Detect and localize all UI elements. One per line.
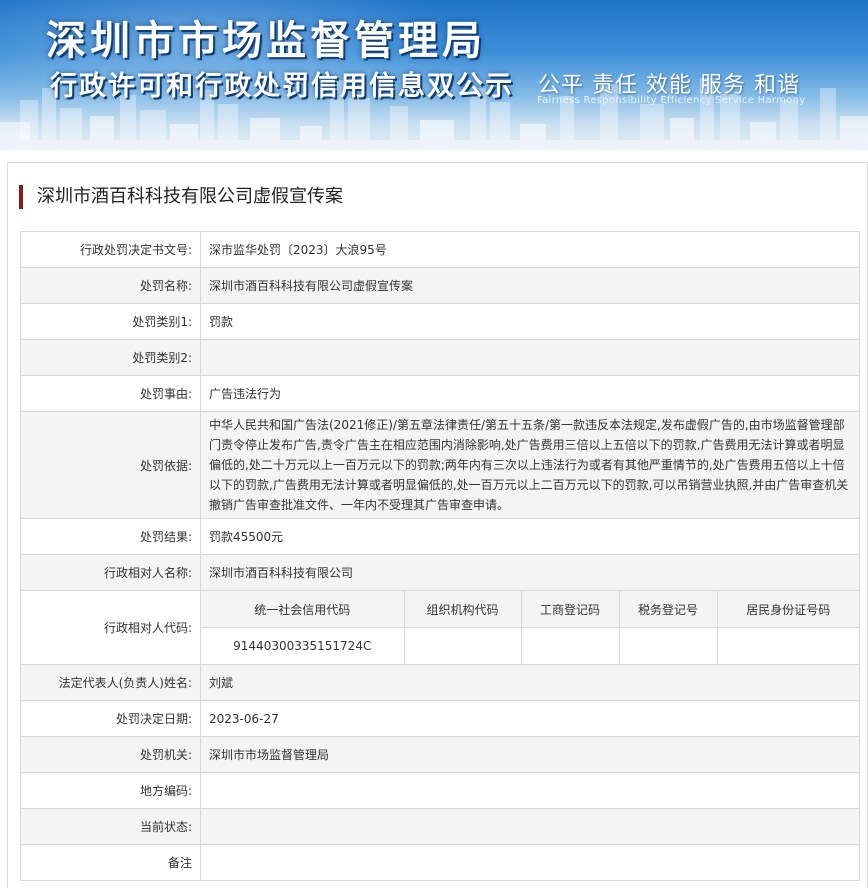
table-row: 处罚类别1: 罚款 <box>20 303 860 340</box>
table-row: 当前状态: <box>20 808 860 845</box>
row-value <box>200 844 860 881</box>
row-label: 行政相对人名称: <box>20 554 201 591</box>
codes-cell: 统一社会信用代码 组织机构代码 工商登记码 税务登记号 居民身份证号码 9144… <box>200 590 860 665</box>
row-label: 处罚名称: <box>20 267 201 304</box>
table-row: 行政相对人代码: 统一社会信用代码 组织机构代码 工商登记码 税务登记号 居民身… <box>20 590 860 665</box>
row-label: 行政相对人代码: <box>20 590 201 665</box>
codes-header: 组织机构代码 <box>403 591 522 628</box>
row-value <box>200 772 860 809</box>
row-label: 处罚依据: <box>20 411 201 519</box>
table-row: 处罚名称: 深圳市酒百科科技有限公司虚假宣传案 <box>20 267 860 304</box>
credit-code-value: 91440300335151724C <box>201 627 405 664</box>
table-row: 处罚结果: 罚款45500元 <box>20 518 860 555</box>
row-label: 处罚结果: <box>20 518 201 555</box>
row-label: 行政处罚决定书文号: <box>20 231 201 268</box>
row-value: 罚款 <box>200 303 860 340</box>
row-label: 处罚类别1: <box>20 303 201 340</box>
table-row: 行政相对人名称: 深圳市酒百科科技有限公司 <box>20 554 860 591</box>
bureau-subtitle: 行政许可和行政处罚信用信息双公示 <box>50 71 514 102</box>
table-row: 行政处罚决定书文号: 深市监华处罚〔2023〕大浪95号 <box>20 231 860 268</box>
row-label: 地方编码: <box>20 772 201 809</box>
content-panel: 深圳市酒百科科技有限公司虚假宣传案 行政处罚决定书文号: 深市监华处罚〔2023… <box>7 162 868 888</box>
party-codes-table: 统一社会信用代码 组织机构代码 工商登记码 税务登记号 居民身份证号码 9144… <box>201 591 859 664</box>
slogan-english: Fairness Responsibility Efficiency Servi… <box>537 95 806 106</box>
row-value: 广告违法行为 <box>200 375 860 412</box>
table-row: 处罚机关: 深圳市市场监督管理局 <box>20 736 860 773</box>
row-value: 2023-06-27 <box>200 700 860 737</box>
table-row: 处罚决定日期: 2023-06-27 <box>20 700 860 737</box>
table-row: 处罚类别2: <box>20 339 860 376</box>
table-row: 法定代表人(负责人)姓名: 刘斌 <box>20 664 860 701</box>
table-row: 处罚事由: 广告违法行为 <box>20 375 860 412</box>
row-value: 刘斌 <box>200 664 860 701</box>
row-label: 法定代表人(负责人)姓名: <box>20 664 201 701</box>
row-label: 处罚类别2: <box>20 339 201 376</box>
row-value <box>200 339 860 376</box>
header-banner: 深圳市市场监督管理局 行政许可和行政处罚信用信息双公示 公平 责任 效能 服务 … <box>0 0 868 150</box>
codes-header: 居民身份证号码 <box>716 591 859 628</box>
codes-header: 税务登记号 <box>618 591 718 628</box>
row-value <box>200 808 860 845</box>
row-label: 处罚决定日期: <box>20 700 201 737</box>
case-title: 深圳市酒百科科技有限公司虚假宣传案 <box>19 185 343 209</box>
row-value: 深市监华处罚〔2023〕大浪95号 <box>200 231 860 268</box>
penalty-basis-text: 中华人民共和国广告法(2021修正)/第五章法律责任/第五十五条/第一款违反本法… <box>200 411 860 519</box>
row-value: 深圳市酒百科科技有限公司虚假宣传案 <box>200 267 860 304</box>
row-value: 罚款45500元 <box>200 518 860 555</box>
codes-header: 统一社会信用代码 <box>201 591 405 628</box>
row-label: 当前状态: <box>20 808 201 845</box>
id-number-value <box>716 627 859 664</box>
row-label: 处罚事由: <box>20 375 201 412</box>
table-row: 处罚依据: 中华人民共和国广告法(2021修正)/第五章法律责任/第五十五条/第… <box>20 411 860 519</box>
table-row: 地方编码: <box>20 772 860 809</box>
tax-reg-value <box>618 627 718 664</box>
bureau-title: 深圳市市场监督管理局 <box>46 18 486 64</box>
table-row: 备注 <box>20 844 860 881</box>
business-reg-value <box>520 627 620 664</box>
row-value: 深圳市市场监督管理局 <box>200 736 860 773</box>
row-value: 深圳市酒百科科技有限公司 <box>200 554 860 591</box>
row-label: 处罚机关: <box>20 736 201 773</box>
penalty-info-table: 行政处罚决定书文号: 深市监华处罚〔2023〕大浪95号 处罚名称: 深圳市酒百… <box>20 231 860 881</box>
org-code-value <box>403 627 522 664</box>
row-label: 备注 <box>20 844 201 881</box>
codes-header: 工商登记码 <box>520 591 620 628</box>
